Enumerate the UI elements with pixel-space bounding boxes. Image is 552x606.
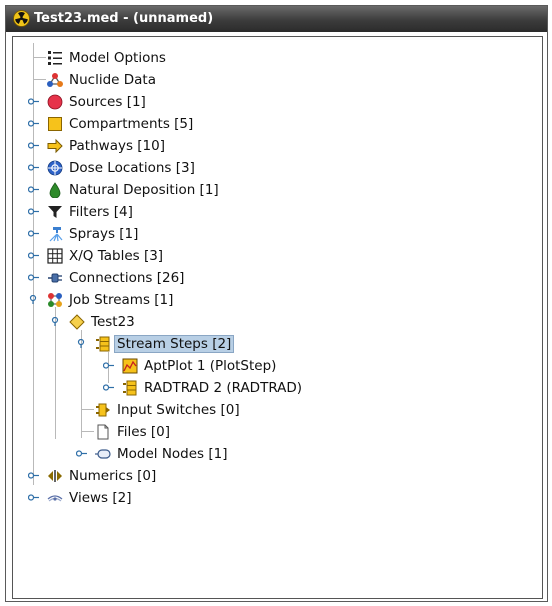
tree-item-dose-locations[interactable]: Dose Locations [3] <box>13 158 542 178</box>
window-title: Test23.med - (unnamed) <box>34 11 214 26</box>
title-bar[interactable]: Test23.med - (unnamed) <box>6 6 547 32</box>
expand-handle-icon[interactable] <box>76 449 87 458</box>
tree-item-radtrad-2[interactable]: RADTRAD 2 (RADTRAD) <box>13 378 542 398</box>
list-icon <box>48 51 62 65</box>
expand-handle-icon[interactable] <box>103 383 114 392</box>
model-tree[interactable]: Model Options Nuclide Data Sources [1] C… <box>12 36 543 599</box>
filter-icon <box>48 206 62 218</box>
network-icon <box>48 293 62 307</box>
tree-item-label: Filters [4] <box>69 204 133 220</box>
grid-icon <box>47 248 63 264</box>
expand-handle-icon[interactable] <box>28 119 39 128</box>
tree-item-aptplot-1[interactable]: AptPlot 1 (PlotStep) <box>13 356 542 376</box>
tree-item-label: Job Streams [1] <box>69 292 174 308</box>
tree-item-label: RADTRAD 2 (RADTRAD) <box>144 380 303 396</box>
expand-handle-icon[interactable] <box>28 207 39 216</box>
tree-item-label: Model Nodes [1] <box>117 446 228 462</box>
plot-icon <box>122 358 138 374</box>
expand-handle-icon[interactable] <box>28 141 39 150</box>
tree-item-label: Input Switches [0] <box>117 402 240 418</box>
tree-item-label: AptPlot 1 (PlotStep) <box>144 358 277 374</box>
expand-handle-icon[interactable] <box>28 251 39 260</box>
switch-icon <box>96 403 110 417</box>
tree-item-job-streams[interactable]: Job Streams [1] <box>13 290 542 310</box>
tree-item-connections[interactable]: Connections [26] <box>13 268 542 288</box>
tree-item-label: Sprays [1] <box>69 226 139 242</box>
node-icon <box>95 449 111 459</box>
plug-icon <box>48 273 62 283</box>
tree-item-label: Dose Locations [3] <box>69 160 195 176</box>
tree-item-compartments[interactable]: Compartments [5] <box>13 114 542 134</box>
numerics-icon <box>48 470 62 482</box>
tree-item-label: Nuclide Data <box>69 72 156 88</box>
crosshair-icon <box>47 160 63 176</box>
red-circle-icon <box>47 94 63 110</box>
steps-icon <box>96 336 110 352</box>
expand-handle-icon[interactable] <box>28 471 39 480</box>
expand-handle-icon[interactable] <box>28 229 39 238</box>
collapse-handle-icon[interactable] <box>28 295 39 304</box>
tree-item-views[interactable]: Views [2] <box>13 488 542 508</box>
tree-item-label: Views [2] <box>69 490 132 506</box>
spray-icon <box>49 227 63 242</box>
yellow-square-icon <box>48 117 62 131</box>
tree-item-label: Files [0] <box>117 424 171 440</box>
tree-item-nuclide-data[interactable]: Nuclide Data <box>13 70 542 90</box>
eye-icon <box>47 495 63 502</box>
tree-item-label: Numerics [0] <box>69 468 157 484</box>
main-window: Test23.med - (unnamed) Model Options Nuc… <box>5 5 548 602</box>
arrow-right-icon <box>47 138 63 154</box>
expand-handle-icon[interactable] <box>28 185 39 194</box>
expand-handle-icon[interactable] <box>103 361 114 370</box>
tree-item-label: Compartments [5] <box>69 116 194 132</box>
file-icon <box>97 424 109 440</box>
tree-item-numerics[interactable]: Numerics [0] <box>13 466 542 486</box>
expand-handle-icon[interactable] <box>28 163 39 172</box>
tree-item-natural-deposition[interactable]: Natural Deposition [1] <box>13 180 542 200</box>
drop-icon <box>49 182 61 198</box>
molecule-icon <box>47 73 63 87</box>
tree-item-files[interactable]: Files [0] <box>13 422 542 442</box>
tree-item-label: Test23 <box>91 314 135 330</box>
diamond-icon <box>69 314 85 330</box>
tree-item-sources[interactable]: Sources [1] <box>13 92 542 112</box>
tree-item-xq-tables[interactable]: X/Q Tables [3] <box>13 246 542 266</box>
tree-item-label: Natural Deposition [1] <box>69 182 219 198</box>
collapse-handle-icon[interactable] <box>50 317 61 326</box>
tree-item-stream-steps[interactable]: Stream Steps [2] <box>13 334 542 354</box>
expand-handle-icon[interactable] <box>28 273 39 282</box>
expand-handle-icon[interactable] <box>28 493 39 502</box>
collapse-handle-icon[interactable] <box>76 339 87 348</box>
tree-item-model-options[interactable]: Model Options <box>13 48 542 68</box>
tree-item-input-switches[interactable]: Input Switches [0] <box>13 400 542 420</box>
tree-item-filters[interactable]: Filters [4] <box>13 202 542 222</box>
steps-icon <box>123 380 137 396</box>
tree-item-model-nodes[interactable]: Model Nodes [1] <box>13 444 542 464</box>
tree-item-label: Sources [1] <box>69 94 146 110</box>
radiation-icon <box>13 10 30 27</box>
tree-item-label: Pathways [10] <box>69 138 165 154</box>
tree-item-pathways[interactable]: Pathways [10] <box>13 136 542 156</box>
tree-item-label: Model Options <box>69 50 166 66</box>
tree-item-test23[interactable]: Test23 <box>13 312 542 332</box>
tree-item-label: Stream Steps [2] <box>114 335 235 353</box>
expand-handle-icon[interactable] <box>28 97 39 106</box>
tree-item-label: X/Q Tables [3] <box>69 248 164 264</box>
tree-item-label: Connections [26] <box>69 270 185 286</box>
tree-item-sprays[interactable]: Sprays [1] <box>13 224 542 244</box>
